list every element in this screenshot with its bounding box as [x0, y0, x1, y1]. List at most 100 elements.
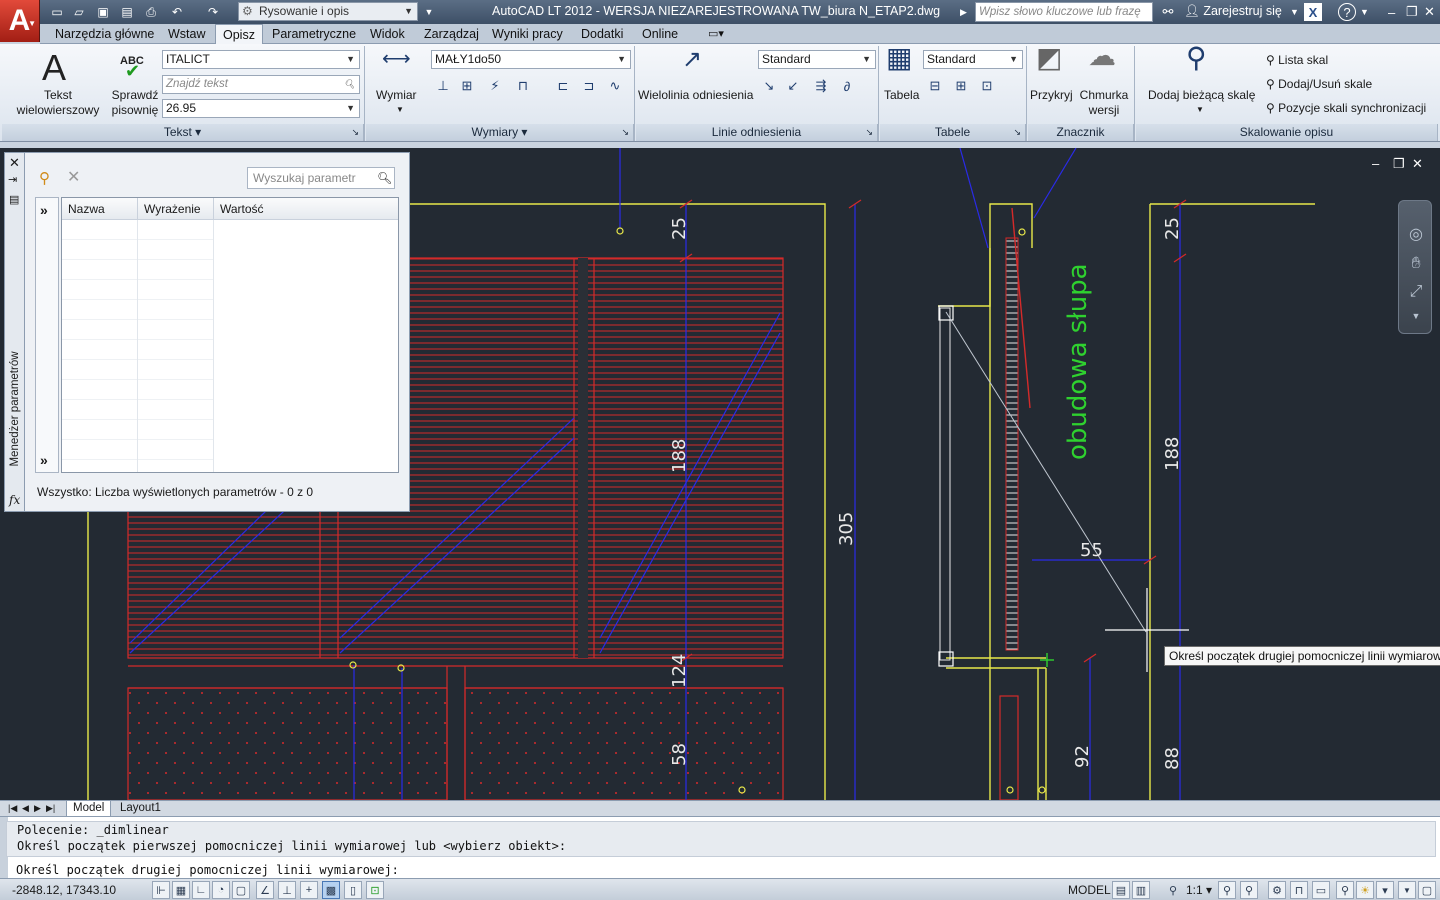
align-leader-icon[interactable]: ⇶	[810, 76, 832, 96]
revision-cloud-button[interactable]: Chmurka wersji	[1076, 88, 1132, 118]
snap-icon[interactable]: ∟	[192, 881, 210, 899]
last-layout-icon[interactable]: ▶|	[40, 801, 61, 817]
otrack-icon[interactable]: ∠	[256, 881, 274, 899]
dim-jog-icon[interactable]: ⚡︎	[484, 76, 506, 96]
markup-panel-label[interactable]: Znacznik	[1028, 124, 1134, 141]
close-icon[interactable]: ✕	[9, 155, 20, 171]
table-style-select[interactable]: Standard ▼	[923, 50, 1023, 69]
application-menu-button[interactable]: A ▼	[0, 0, 40, 42]
annotation-scale[interactable]: 1:1 ▾	[1186, 883, 1212, 897]
tab-parametric[interactable]: Parametryczne	[272, 24, 356, 44]
close-icon[interactable]: ✕	[1424, 3, 1435, 21]
grid-icon[interactable]: ▦	[172, 881, 190, 899]
viewport-minimize-icon[interactable]: –	[1372, 156, 1379, 171]
pan-hand-icon[interactable]: ✋︎	[1405, 253, 1427, 275]
collect-leader-icon[interactable]: ∂	[836, 76, 858, 96]
tab-output[interactable]: Wyniki pracy	[492, 24, 563, 44]
command-line[interactable]: Polecenie: _dimlinear Określ początek pi…	[0, 816, 1440, 879]
multiline-text-button[interactable]: Tekst wielowierszowy	[14, 88, 102, 118]
param-manager-titlebar[interactable]: ✕ ⇥ ▤ Menedżer parametrów fx	[4, 152, 26, 512]
viewport-close-icon[interactable]: ✕	[1412, 156, 1423, 172]
add-remove-scales-button[interactable]: ⚲ Dodaj/Usuń skale	[1266, 77, 1372, 91]
tab-addins[interactable]: Dodatki	[581, 24, 623, 44]
print-icon[interactable]: ⎙	[142, 3, 160, 21]
tab-model[interactable]: Model	[66, 801, 112, 817]
save-icon[interactable]: ▣	[94, 3, 112, 21]
keyword-search-input[interactable]: Wpisz słowo kluczowe lub frazę	[975, 2, 1153, 22]
annotation-scaling-panel-label[interactable]: Skalowanie opisu	[1136, 124, 1438, 141]
zoom-icon[interactable]: ⤢	[1405, 281, 1427, 303]
wipeout-button[interactable]: Przykryj	[1030, 88, 1073, 103]
column-expression[interactable]: Wyrażenie	[138, 198, 214, 220]
undo-icon[interactable]: ↶	[168, 3, 186, 21]
sign-in-link[interactable]: 👤︎ Zarejestruj się	[1184, 4, 1282, 19]
add-current-scale-button[interactable]: Dodaj bieżącą skalę	[1148, 88, 1255, 103]
download-from-source-icon[interactable]: ⊡	[976, 76, 998, 96]
workspace-switch-icon[interactable]: ⚙	[1268, 881, 1286, 899]
chevron-down-icon[interactable]: ▼	[1405, 305, 1427, 327]
add-leader-icon[interactable]: ↘	[758, 76, 780, 96]
tab-online[interactable]: Online	[642, 24, 678, 44]
dialog-launcher-icon[interactable]: ↘	[865, 124, 873, 141]
extract-data-icon[interactable]: ⊟	[924, 76, 946, 96]
viewport-restore-icon[interactable]: ❐	[1393, 156, 1405, 172]
dim-continue-icon[interactable]: ⊓	[512, 76, 534, 96]
transparency-icon[interactable]: ▯	[344, 881, 362, 899]
multileader-button[interactable]: Wielolinia odniesienia	[638, 88, 753, 103]
infer-constraints-icon[interactable]: ⊩	[152, 881, 170, 899]
dialog-launcher-icon[interactable]: ↘	[621, 124, 629, 141]
leaders-panel-label[interactable]: Linie odniesienia ↘	[636, 124, 878, 141]
tables-panel-label[interactable]: Tabele ↘	[880, 124, 1026, 141]
column-name[interactable]: Nazwa	[62, 198, 138, 220]
sync-scale-positions-button[interactable]: ⚲ Pozycje skali synchronizacji	[1266, 101, 1426, 115]
tab-annotate[interactable]: Opisz	[215, 24, 263, 44]
notification-icon[interactable]: ☀︎	[1356, 881, 1374, 899]
new-file-icon[interactable]: ▭	[48, 3, 66, 21]
dim-space-icon[interactable]: ⊞	[456, 76, 478, 96]
save-as-icon[interactable]: ▤	[118, 3, 136, 21]
restore-icon[interactable]: ❐	[1406, 3, 1418, 21]
hardware-acceleration-icon[interactable]: ▭	[1312, 881, 1330, 899]
sign-in-dropdown-icon[interactable]: ▼	[1290, 3, 1299, 21]
dimension-button[interactable]: Wymiar	[376, 88, 417, 103]
annotation-visibility-icon[interactable]: ⚲	[1218, 881, 1236, 899]
chevron-down-icon[interactable]: ▼	[1196, 102, 1204, 117]
ribbon-options-icon[interactable]: ▭▾	[708, 24, 724, 44]
tab-view[interactable]: Widok	[370, 24, 405, 44]
command-prompt[interactable]: Określ początek drugiej pomocniczej lini…	[16, 863, 399, 877]
status-menu-icon[interactable]: ▾	[1376, 881, 1394, 899]
multileader-style-select[interactable]: Standard ▼	[758, 50, 876, 69]
table-button[interactable]: Tabela	[884, 88, 919, 103]
quick-view-layouts-icon[interactable]: ▤	[1112, 881, 1130, 899]
auto-hide-icon[interactable]: ⇥	[8, 173, 17, 186]
help-dropdown-icon[interactable]: ▼	[1360, 3, 1369, 21]
dim-inspect-icon[interactable]: ⊏	[552, 76, 574, 96]
dialog-launcher-icon[interactable]: ↘	[351, 124, 359, 141]
dim-update-icon[interactable]: ⊐	[578, 76, 600, 96]
tab-home[interactable]: Narzędzia główne	[55, 24, 154, 44]
dimensions-panel-label[interactable]: Wymiary ▾ ↘	[366, 124, 634, 141]
tab-manage[interactable]: Zarządzaj	[424, 24, 479, 44]
lineweight-icon[interactable]: ▩	[322, 881, 340, 899]
workspace-select[interactable]: ⚙ Rysowanie i opis ▼	[238, 2, 418, 21]
dialog-launcher-icon[interactable]: ↘	[1013, 124, 1021, 141]
remove-leader-icon[interactable]: ↙	[782, 76, 804, 96]
properties-icon[interactable]: ▤	[9, 193, 19, 206]
expand-filter-icon[interactable]: »	[40, 202, 48, 218]
quick-access-menu-icon[interactable]: ▼	[420, 3, 438, 21]
dim-break-icon[interactable]: ⊥	[432, 76, 454, 96]
dyn-input-icon[interactable]: +	[300, 881, 318, 899]
tab-layout1[interactable]: Layout1	[114, 801, 167, 817]
open-file-icon[interactable]: ▱	[70, 3, 88, 21]
help-icon[interactable]: ?	[1338, 3, 1356, 21]
status-bar-menu-icon[interactable]: ▼	[1398, 881, 1416, 899]
clean-screen-icon[interactable]: ▢	[1418, 881, 1436, 899]
text-style-select[interactable]: ITALICT ▼	[162, 50, 360, 69]
binoculars-icon[interactable]: ⚯	[1158, 3, 1178, 21]
exchange-icon[interactable]: X	[1304, 3, 1322, 21]
redo-icon[interactable]: ↷	[204, 3, 222, 21]
isolate-objects-icon[interactable]: ⚲	[1336, 881, 1354, 899]
filter-icon[interactable]: ⚲	[39, 169, 50, 187]
chevron-down-icon[interactable]: ▼	[396, 102, 404, 117]
polar-icon[interactable]: ◔	[212, 881, 230, 899]
